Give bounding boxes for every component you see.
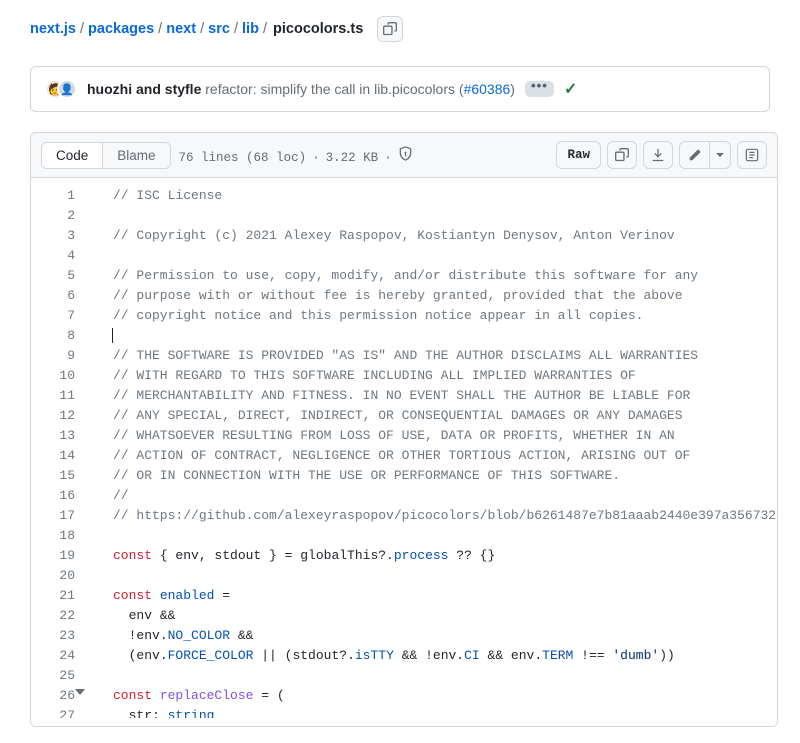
raw-button[interactable]: Raw	[556, 141, 601, 169]
code-line[interactable]: env &&	[91, 606, 777, 626]
code-tab[interactable]: Code	[42, 143, 102, 168]
code-line[interactable]	[91, 526, 777, 546]
line-number[interactable]: 15	[31, 466, 75, 486]
line-number[interactable]: 23	[31, 626, 75, 646]
security-icon[interactable]	[398, 146, 413, 161]
code-line[interactable]: str: string	[91, 706, 777, 718]
symbols-button[interactable]	[737, 141, 767, 169]
line-number[interactable]: 14	[31, 446, 75, 466]
line-number[interactable]: 13	[31, 426, 75, 446]
code-line[interactable]: // Copyright (c) 2021 Alexey Raspopov, K…	[91, 226, 777, 246]
breadcrumb-link[interactable]: src	[208, 21, 230, 37]
code-line[interactable]: // THE SOFTWARE IS PROVIDED "AS IS" AND …	[91, 346, 777, 366]
edit-button[interactable]	[679, 141, 709, 169]
edit-dropdown[interactable]	[709, 141, 731, 169]
code-line[interactable]	[91, 666, 777, 686]
line-number[interactable]: 18	[31, 526, 75, 546]
breadcrumb-link[interactable]: packages	[88, 21, 154, 37]
line-number[interactable]: 19	[31, 546, 75, 566]
code-line[interactable]: // ACTION OF CONTRACT, NEGLIGENCE OR OTH…	[91, 446, 777, 466]
breadcrumb-current: picocolors.ts	[273, 21, 363, 37]
code-line[interactable]: const { env, stdout } = globalThis?.proc…	[91, 546, 777, 566]
line-number[interactable]: 20	[31, 566, 75, 586]
file-toolbar: Code Blame 76 lines (68 loc)·3.22 KB· Ra…	[31, 133, 777, 178]
code-line[interactable]: //	[91, 486, 777, 506]
code-line[interactable]: // OR IN CONNECTION WITH THE USE OR PERF…	[91, 466, 777, 486]
commit-author[interactable]: styfle	[165, 81, 202, 97]
line-number[interactable]: 5	[31, 266, 75, 286]
blame-tab[interactable]: Blame	[102, 143, 169, 168]
breadcrumb: next.js / packages / next / src / lib / …	[16, 0, 784, 54]
code-line[interactable]: // Permission to use, copy, modify, and/…	[91, 266, 777, 286]
code-line[interactable]: const replaceClose = (	[91, 686, 777, 706]
line-number[interactable]: 26	[31, 686, 75, 706]
code-line[interactable]: // WITH REGARD TO THIS SOFTWARE INCLUDIN…	[91, 366, 777, 386]
code-line[interactable]: // copyright notice and this permission …	[91, 306, 777, 326]
status-check-icon[interactable]: ✓	[564, 79, 577, 99]
code-line[interactable]: // https://github.com/alexeyraspopov/pic…	[91, 506, 777, 526]
line-number[interactable]: 4	[31, 246, 75, 266]
fold-chevron-icon[interactable]	[75, 689, 85, 695]
code-line[interactable]: const enabled =	[91, 586, 777, 606]
file-info: 76 lines (68 loc)·3.22 KB·	[179, 146, 413, 165]
breadcrumb-link[interactable]: lib	[242, 21, 259, 37]
code-line[interactable]: // purpose with or without fee is hereby…	[91, 286, 777, 306]
avatar: 👤	[57, 79, 77, 99]
commit-message[interactable]: refactor: simplify the call in lib.picoc…	[205, 81, 515, 97]
download-button[interactable]	[643, 141, 673, 169]
line-number-gutter: 1234567891011121314151617181920212223242…	[31, 178, 91, 726]
code-line[interactable]	[91, 326, 777, 346]
pr-link[interactable]: #60386	[464, 81, 511, 97]
source-code[interactable]: // ISC License // Copyright (c) 2021 Alex…	[91, 178, 777, 726]
code-line[interactable]: (env.FORCE_COLOR || (stdout?.isTTY && !e…	[91, 646, 777, 666]
line-number[interactable]: 3	[31, 226, 75, 246]
line-number[interactable]: 27	[31, 706, 75, 718]
code-blame-toggle: Code Blame	[41, 142, 171, 169]
author-avatars[interactable]: 🧑 👤	[45, 79, 77, 99]
line-number[interactable]: 24	[31, 646, 75, 666]
code-line[interactable]: // ANY SPECIAL, DIRECT, INDIRECT, OR CON…	[91, 406, 777, 426]
copy-path-button[interactable]	[377, 16, 403, 42]
copy-icon	[615, 148, 629, 162]
line-number[interactable]: 10	[31, 366, 75, 386]
code-area[interactable]: 1234567891011121314151617181920212223242…	[31, 178, 777, 726]
line-number[interactable]: 21	[31, 586, 75, 606]
copy-icon	[383, 22, 397, 36]
line-number[interactable]: 8	[31, 326, 75, 346]
copy-button[interactable]	[607, 141, 637, 169]
pencil-icon	[688, 148, 702, 162]
symbols-icon	[745, 148, 759, 162]
code-line[interactable]: // WHATSOEVER RESULTING FROM LOSS OF USE…	[91, 426, 777, 446]
code-line[interactable]: // ISC License	[91, 186, 777, 206]
line-number[interactable]: 2	[31, 206, 75, 226]
code-line[interactable]: // MERCHANTABILITY AND FITNESS. IN NO EV…	[91, 386, 777, 406]
line-number[interactable]: 16	[31, 486, 75, 506]
breadcrumb-link[interactable]: next.js	[30, 21, 76, 37]
line-number[interactable]: 6	[31, 286, 75, 306]
code-line[interactable]	[91, 246, 777, 266]
file-view: Code Blame 76 lines (68 loc)·3.22 KB· Ra…	[30, 132, 778, 727]
line-number[interactable]: 17	[31, 506, 75, 526]
code-line[interactable]: !env.NO_COLOR &&	[91, 626, 777, 646]
line-number[interactable]: 22	[31, 606, 75, 626]
download-icon	[651, 148, 665, 162]
line-number[interactable]: 7	[31, 306, 75, 326]
line-number[interactable]: 9	[31, 346, 75, 366]
line-number[interactable]: 11	[31, 386, 75, 406]
caret-down-icon	[716, 151, 724, 159]
commit-author[interactable]: huozhi	[87, 81, 132, 97]
line-number[interactable]: 12	[31, 406, 75, 426]
commit-more-button[interactable]: •••	[525, 81, 554, 97]
breadcrumb-link[interactable]: next	[166, 21, 196, 37]
latest-commit: 🧑 👤 huozhi and styfle refactor: simplify…	[30, 66, 770, 112]
line-number[interactable]: 25	[31, 666, 75, 686]
code-line[interactable]	[91, 566, 777, 586]
line-number[interactable]: 1	[31, 186, 75, 206]
code-line[interactable]	[91, 206, 777, 226]
